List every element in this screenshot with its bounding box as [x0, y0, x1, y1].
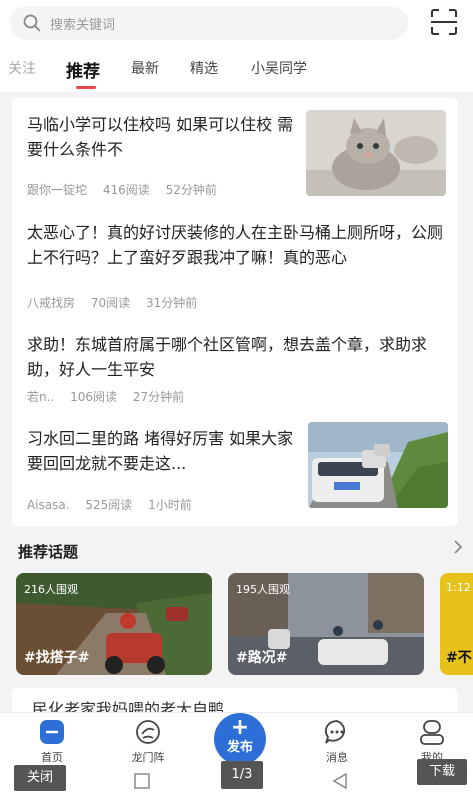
tab-follow[interactable]: 关注 [8, 58, 36, 78]
article-time: 1小时前 [148, 498, 192, 512]
topic-card[interactable]: 216人围观 #找搭子# [16, 573, 212, 675]
nav-messages-label: 消息 [326, 751, 348, 764]
article-meta: 若n.. 106阅读 27分钟前 [27, 388, 196, 405]
chevron-right-icon[interactable] [450, 538, 466, 556]
nav-home-label: 首页 [41, 751, 63, 764]
scan-icon[interactable] [428, 6, 460, 38]
tab-recommend[interactable]: 推荐 [66, 57, 100, 82]
publish-button[interactable]: + 发布 [214, 713, 266, 765]
search-placeholder: 搜索关键词 [50, 17, 116, 33]
article-author: 八戒找房 [27, 296, 76, 310]
feed-tabs: 关注 推荐 最新 精选 小吴同学 [0, 48, 473, 92]
chat-bubbles-icon [136, 720, 160, 744]
article-time: 27分钟前 [132, 390, 185, 404]
topic-card[interactable]: 1:12 #不 [440, 573, 473, 675]
article-author: 跟你一锭坨 [27, 183, 88, 197]
topic-tag: #不 [446, 650, 472, 666]
traffic-photo [308, 422, 448, 508]
topic-views: 195人围观 [236, 583, 290, 596]
message-icon [324, 720, 346, 744]
nav-messages[interactable]: 消息 [307, 717, 367, 765]
topic-tag: #找搭子# [24, 650, 90, 666]
article-author: 若n.. [27, 390, 55, 404]
article-title: 习水回二里的路 堵得好厉害 如果大家要回回龙就不要走这... [27, 429, 294, 473]
search-icon [23, 14, 41, 32]
topic-views: 216人围观 [24, 583, 78, 596]
article-reads: 416阅读 [102, 183, 150, 197]
article-meta: 八戒找房 70阅读 31分钟前 [27, 294, 209, 311]
back-triangle-icon[interactable] [332, 772, 348, 790]
article-item[interactable]: 习水回二里的路 堵得好厉害 如果大家要回回龙就不要走这... Aisasa. 5… [12, 414, 458, 526]
tab-latest[interactable]: 最新 [131, 58, 159, 78]
close-button[interactable]: 关闭 [14, 765, 66, 791]
nav-longmen-label: 龙门阵 [131, 751, 165, 764]
article-reads: 106阅读 [70, 390, 117, 404]
article-item[interactable]: 太恶心了！真的好讨厌装修的人在主卧马桶上厕所呀，公厕上不行吗？上了蛮好歹跟我冲了… [12, 206, 458, 318]
article-meta: Aisasa. 525阅读 1小时前 [27, 496, 204, 513]
article-reads: 70阅读 [90, 296, 131, 310]
article-title: 太恶心了！真的好讨厌装修的人在主卧马桶上厕所呀，公厕上不行吗？上了蛮好歹跟我冲了… [27, 223, 444, 267]
home-icon [40, 720, 64, 744]
nav-mine[interactable]: 我的 [402, 717, 462, 765]
profile-icon [420, 720, 444, 745]
article-list: 马临小学可以住校吗 如果可以住校 需要什么条件不 跟你一锭坨 416阅读 52分… [12, 98, 458, 526]
cat-photo [306, 110, 446, 196]
nav-home[interactable]: 首页 [22, 717, 82, 765]
publish-label: 发布 [226, 740, 253, 755]
article-time: 31分钟前 [145, 296, 198, 310]
download-button[interactable]: 下载 [417, 759, 467, 785]
article-title: 马临小学可以住校吗 如果可以住校 需要什么条件不 [27, 115, 294, 159]
page-indicator: 1/3 [221, 761, 263, 789]
tab-featured[interactable]: 精选 [190, 58, 218, 78]
article-meta: 跟你一锭坨 416阅读 52分钟前 [27, 181, 229, 198]
article-reads: 525阅读 [85, 498, 133, 512]
search-input[interactable]: 搜索关键词 [10, 6, 408, 40]
topic-views: 1:12 [446, 581, 471, 594]
search-bar: 搜索关键词 [0, 0, 473, 48]
active-tab-indicator [76, 86, 96, 89]
topic-card[interactable]: 195人围观 #路况# [228, 573, 424, 675]
article-item[interactable]: 马临小学可以住校吗 如果可以住校 需要什么条件不 跟你一锭坨 416阅读 52分… [12, 98, 458, 206]
plus-icon: + [230, 715, 250, 740]
bottom-nav: 首页 龙门阵 + 发布 消息 我的 关闭 1/3 下载 [0, 712, 473, 800]
nav-longmen[interactable]: 龙门阵 [118, 717, 178, 765]
topic-tag: #路况# [236, 650, 288, 666]
article-item[interactable]: 求助！东城首府属于哪个社区管啊，想去盖个章，求助求助，好人一生平安 若n.. 1… [12, 318, 458, 414]
article-title: 求助！东城首府属于哪个社区管啊，想去盖个章，求助求助，好人一生平安 [27, 335, 428, 379]
square-icon[interactable] [134, 773, 150, 789]
tab-xiaowu[interactable]: 小吴同学 [251, 58, 307, 78]
topics-header: 推荐话题 [18, 543, 79, 561]
article-time: 52分钟前 [165, 183, 217, 197]
article-author: Aisasa. [27, 498, 70, 512]
